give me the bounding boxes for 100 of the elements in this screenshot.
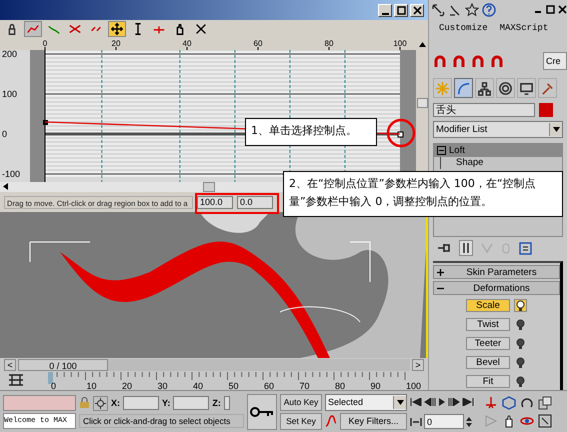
previous-frame-button[interactable]: < — [4, 359, 16, 371]
annotation-callout: 1、单击选择控制点。 — [245, 118, 377, 146]
coordinate-field[interactable] — [123, 396, 159, 410]
help-icon[interactable] — [482, 2, 496, 17]
tick-label: 10 — [86, 381, 97, 390]
rollout-header[interactable]: Skin Parameters — [433, 265, 560, 279]
tick-label: -100 — [2, 169, 20, 179]
tick-label: 60 — [254, 39, 262, 48]
prompt-text: Click or click-and-drag to select objects — [79, 414, 244, 428]
time-slider-handle[interactable]: 0 / 100 — [18, 359, 108, 371]
collapse-icon[interactable] — [437, 146, 446, 155]
light-bulb-icon[interactable] — [514, 375, 527, 388]
menu-item[interactable]: Customize — [439, 23, 488, 34]
tick-label: 0 — [42, 39, 48, 48]
auto-key-button[interactable]: Auto Key — [280, 394, 322, 410]
arc-icon[interactable] — [454, 78, 473, 98]
deformation-button[interactable]: Twist — [466, 318, 510, 331]
tick-label: 80 — [324, 39, 334, 48]
key-mode-dropdown[interactable]: Selected — [325, 394, 407, 410]
monitor-icon[interactable] — [517, 78, 536, 98]
point-amount-field[interactable]: 0.0 — [237, 196, 273, 208]
coordinate-label: X: — [111, 398, 120, 408]
time-marker[interactable] — [48, 372, 53, 384]
tick-label: 90 — [370, 381, 381, 390]
annotation-callout: 2、在“控制点位置”参数栏内输入 100，在“控制点量”参数栏中输入 0，调整控制点的位置。 — [283, 171, 563, 217]
scroll-left-arrow-icon[interactable] — [3, 182, 8, 190]
scroll-up-arrow-icon[interactable] — [418, 42, 426, 46]
magnet-icon[interactable] — [433, 54, 447, 68]
tick-label: 40 — [193, 381, 204, 390]
hammer-icon[interactable] — [538, 78, 557, 98]
close-icon[interactable] — [558, 5, 567, 14]
coordinate-label: Y: — [162, 398, 170, 408]
create-tab[interactable]: Cre — [543, 52, 567, 70]
select-link-icon[interactable] — [431, 2, 445, 17]
go-to-end-icon[interactable] — [462, 398, 474, 406]
star-icon[interactable] — [465, 2, 479, 17]
configure-icon[interactable] — [519, 242, 532, 255]
next-frame-button[interactable]: > — [412, 359, 424, 371]
play-icon[interactable] — [438, 398, 446, 406]
deformation-button[interactable]: Bevel — [466, 356, 510, 369]
tick-label: 20 — [112, 39, 120, 48]
maximize-icon[interactable] — [546, 5, 555, 14]
zoom-region-icon[interactable] — [537, 414, 552, 428]
deformation-button[interactable]: Scale — [466, 299, 510, 312]
tick-label: 0 — [2, 129, 8, 139]
light-bulb-icon[interactable] — [514, 318, 527, 331]
point-position-field[interactable]: 100.0 — [197, 196, 233, 208]
stack-item[interactable]: Loft — [434, 144, 562, 157]
control-point[interactable] — [398, 132, 404, 138]
go-to-start-icon[interactable] — [410, 398, 422, 406]
coordinate-field[interactable] — [224, 396, 230, 410]
light-bulb-icon[interactable] — [514, 356, 527, 369]
tick-label: 200 — [2, 49, 18, 59]
pin-icon[interactable] — [437, 242, 451, 254]
cube-icon[interactable] — [501, 396, 516, 410]
key-filters-button[interactable]: Key Filters... — [340, 412, 407, 430]
coordinate-label: Z: — [212, 398, 221, 408]
tick-label: 30 — [158, 381, 168, 390]
deformation-button[interactable]: Fit — [466, 375, 510, 388]
starburst-icon[interactable] — [433, 78, 452, 98]
highlight-circle — [386, 118, 416, 148]
crosshair-icon[interactable] — [93, 396, 108, 410]
modifier-list-dropdown[interactable]: Modifier List — [433, 121, 563, 138]
track-bar[interactable]: 0 10 20 30 40 50 60 70 80 90 100 — [38, 372, 428, 390]
target-icon[interactable] — [496, 78, 515, 98]
orbit-icon[interactable] — [519, 396, 534, 410]
lock-icon[interactable] — [79, 397, 90, 409]
curve-icon[interactable] — [325, 415, 337, 427]
light-bulb-icon[interactable] — [514, 337, 527, 350]
key-mode-toggle-icon[interactable] — [410, 418, 422, 426]
scrollbar-thumb[interactable] — [203, 182, 215, 192]
move-icon[interactable] — [108, 21, 126, 37]
rollout-header[interactable]: Deformations — [433, 281, 560, 295]
magnet-icon[interactable] — [452, 54, 466, 68]
scrollbar-thumb[interactable] — [416, 98, 428, 108]
coordinate-field[interactable] — [173, 396, 210, 410]
key-icon[interactable] — [247, 394, 277, 430]
frame-field[interactable]: 0 — [424, 414, 464, 429]
light-bulb-icon[interactable] — [514, 299, 527, 312]
object-color-swatch[interactable] — [539, 103, 553, 118]
next-key-icon[interactable] — [448, 398, 460, 406]
menu-item[interactable]: MAXScript — [500, 23, 548, 34]
tick-label: 100 — [393, 39, 407, 48]
set-key-button[interactable]: Set Key — [280, 412, 322, 430]
tick-label: 50 — [228, 381, 239, 390]
spinner-icon[interactable] — [466, 416, 472, 428]
magnet-icon[interactable] — [471, 54, 485, 68]
tick-label: 0 — [51, 381, 56, 390]
tick-label: 40 — [182, 39, 192, 48]
plus-icon — [437, 268, 444, 276]
hierarchy-icon[interactable] — [475, 78, 494, 98]
minimize-icon[interactable] — [378, 4, 392, 16]
previous-key-icon[interactable] — [424, 398, 436, 406]
show-end-result-icon[interactable] — [459, 240, 473, 256]
object-name-field[interactable]: 舌头 — [433, 103, 535, 118]
tick-label: 80 — [335, 381, 346, 390]
tick-label: 20 — [122, 381, 132, 390]
deformation-button[interactable]: Teeter — [466, 337, 510, 350]
magnet-icon[interactable] — [490, 54, 504, 68]
maximize-viewport-icon[interactable] — [537, 396, 552, 410]
